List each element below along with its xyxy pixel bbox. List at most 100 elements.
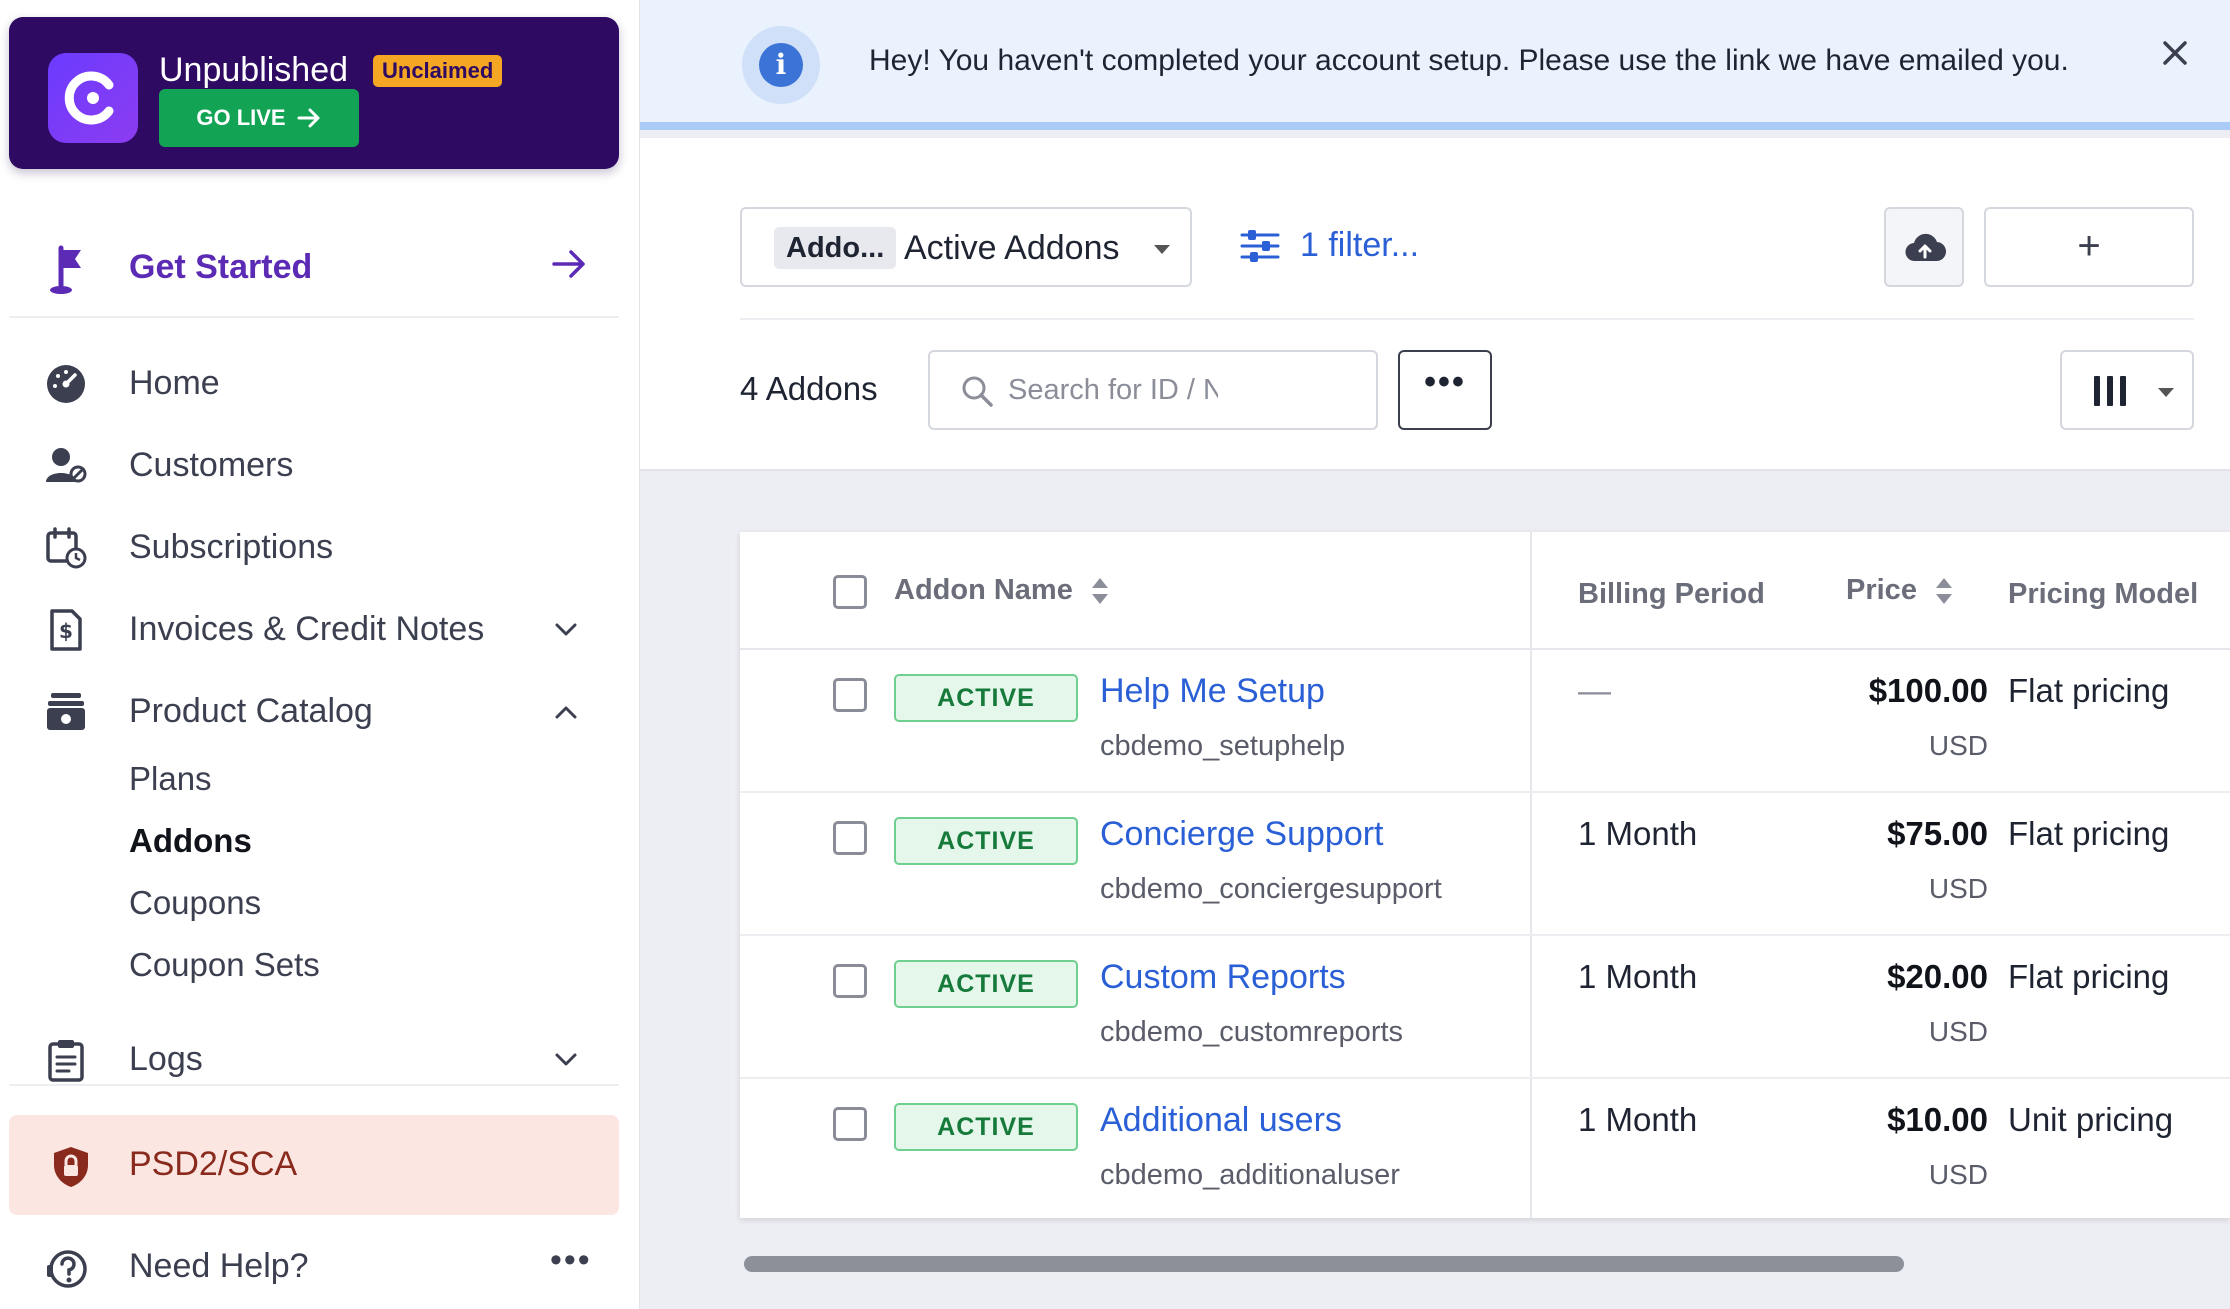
table-row[interactable]: ACTIVE Concierge Support cbdemo_concierg… [740,793,2230,936]
sidebar-divider [9,1084,619,1086]
filter-label: 1 filter... [1300,226,1420,264]
sidebar-item-label: Logs [129,1040,203,1078]
flag-icon [50,245,81,294]
pricing-model: Unit pricing [2008,1101,2174,1138]
need-help-link[interactable]: Need Help? ••• [0,1235,640,1295]
view-type-tag: Addo... [774,227,897,269]
catalog-box-icon [47,693,85,730]
price-currency: USD [1928,1159,1988,1190]
svg-text:$: $ [59,619,73,643]
arrow-right-icon [552,250,585,278]
go-live-button[interactable]: GO LIVE [159,89,359,147]
addon-name-link[interactable]: Help Me Setup [1100,672,1325,711]
view-name: Active Addons [904,229,1120,267]
column-header-label: Price [1846,574,1917,606]
sidebar-item-label: Product Catalog [129,692,373,730]
billing-period: 1 Month [1578,815,1698,852]
unclaimed-badge: Unclaimed [373,55,503,87]
close-icon[interactable] [2160,38,2190,68]
main-content: i Hey! You haven't completed your accoun… [640,0,2230,1309]
invoice-dollar-icon: $ [50,609,82,651]
more-actions-button[interactable]: ••• [1398,350,1492,430]
billing-period: — [1578,672,1611,709]
price-currency: USD [1928,1016,1988,1047]
calendar-clock-icon [46,527,87,569]
sidebar-item-logs[interactable]: Logs [0,1028,640,1088]
sidebar-subitem-addons[interactable]: Addons [129,822,252,860]
list-toolbar: Addo... Active Addons 1 filter... + 4 Ad… [640,138,2230,471]
addon-id: cbdemo_customreports [1100,1016,1404,1048]
chevron-down-icon [555,1053,577,1066]
status-badge: ACTIVE [894,960,1078,1008]
addons-table: Addon Name Billing Period Price Pricing … [740,532,2230,1218]
sidebar-subitem-coupon-sets[interactable]: Coupon Sets [129,946,320,984]
addon-name-link[interactable]: Additional users [1100,1101,1342,1140]
need-help-label: Need Help? [129,1247,309,1285]
addon-name-link[interactable]: Concierge Support [1100,815,1384,854]
price-currency: USD [1928,873,1988,904]
sidebar-subitem-plans[interactable]: Plans [129,760,212,798]
column-header-label: Addon Name [894,574,1073,606]
columns-icon [2094,376,2126,406]
sort-icon [1091,578,1108,605]
customers-icon [46,448,87,483]
sidebar-item-product-catalog[interactable]: Product Catalog [0,680,640,740]
search-input[interactable] [1008,370,1218,410]
sidebar-item-label: Invoices & Credit Notes [129,610,485,648]
addon-id: cbdemo_additionaluser [1100,1159,1400,1191]
psd2-sca-label: PSD2/SCA [129,1145,298,1183]
table-row[interactable]: ACTIVE Additional users cbdemo_additiona… [740,1079,2230,1222]
table-header: Addon Name Billing Period Price Pricing … [740,532,2230,650]
site-switcher-card[interactable]: Unpublished Unclaimed GO LIVE [9,17,619,169]
addon-name-link[interactable]: Custom Reports [1100,958,1346,997]
sidebar-item-home[interactable]: Home [0,352,640,412]
get-started-link[interactable]: Get Started [9,232,619,318]
search-field[interactable] [928,350,1378,430]
search-icon [962,376,993,407]
column-header-billing-period: Billing Period [1578,578,1765,610]
row-checkbox[interactable] [833,678,867,712]
chevron-up-icon [555,706,577,719]
billing-period: 1 Month [1578,1101,1698,1138]
shield-lock-icon [54,1147,88,1187]
pricing-model: Flat pricing [2008,672,2170,709]
get-started-label: Get Started [129,248,313,286]
site-status-title: Unpublished [159,51,349,89]
sidebar: Unpublished Unclaimed GO LIVE Get Starte… [0,0,677,1309]
dashboard-gauge-icon [47,365,85,403]
caret-down-icon [1154,245,1170,254]
row-checkbox[interactable] [833,821,867,855]
result-count: 4 Addons [740,370,878,407]
price-amount: $100.00 [1868,672,1988,709]
addon-id: cbdemo_setuphelp [1100,730,1346,762]
sidebar-item-subscriptions[interactable]: Subscriptions [0,516,640,576]
banner-message: Hey! You haven't completed your account … [869,44,2069,77]
select-all-checkbox[interactable] [833,575,867,609]
column-header-price[interactable]: Price [1846,574,1955,608]
sort-icon [1936,578,1953,605]
table-row[interactable]: ACTIVE Help Me Setup cbdemo_setuphelp — … [740,650,2230,793]
column-settings-button[interactable] [2060,350,2194,430]
psd2-sca-link[interactable]: PSD2/SCA [9,1115,619,1215]
arrow-right-icon [297,108,320,128]
price-amount: $75.00 [1887,815,1988,852]
sidebar-subitem-coupons[interactable]: Coupons [129,884,261,922]
price-amount: $10.00 [1887,1101,1988,1138]
saved-view-select[interactable]: Addo... Active Addons [740,207,1192,287]
add-addon-button[interactable]: + [1984,207,2194,287]
table-row[interactable]: ACTIVE Custom Reports cbdemo_customrepor… [740,936,2230,1079]
help-headset-icon [47,1250,87,1288]
import-button[interactable] [1884,207,1964,287]
row-checkbox[interactable] [833,1107,867,1141]
sidebar-item-label: Subscriptions [129,528,334,566]
sidebar-item-invoices[interactable]: $ Invoices & Credit Notes [0,598,640,658]
status-badge: ACTIVE [894,817,1078,865]
price-currency: USD [1928,730,1988,761]
status-badge: ACTIVE [894,674,1078,722]
more-options-icon[interactable]: ••• [550,1241,592,1280]
row-checkbox[interactable] [833,964,867,998]
horizontal-scrollbar[interactable] [744,1256,1904,1272]
pricing-model: Flat pricing [2008,958,2170,995]
column-header-addon-name[interactable]: Addon Name [894,574,1111,608]
sidebar-item-customers[interactable]: Customers [0,434,640,494]
